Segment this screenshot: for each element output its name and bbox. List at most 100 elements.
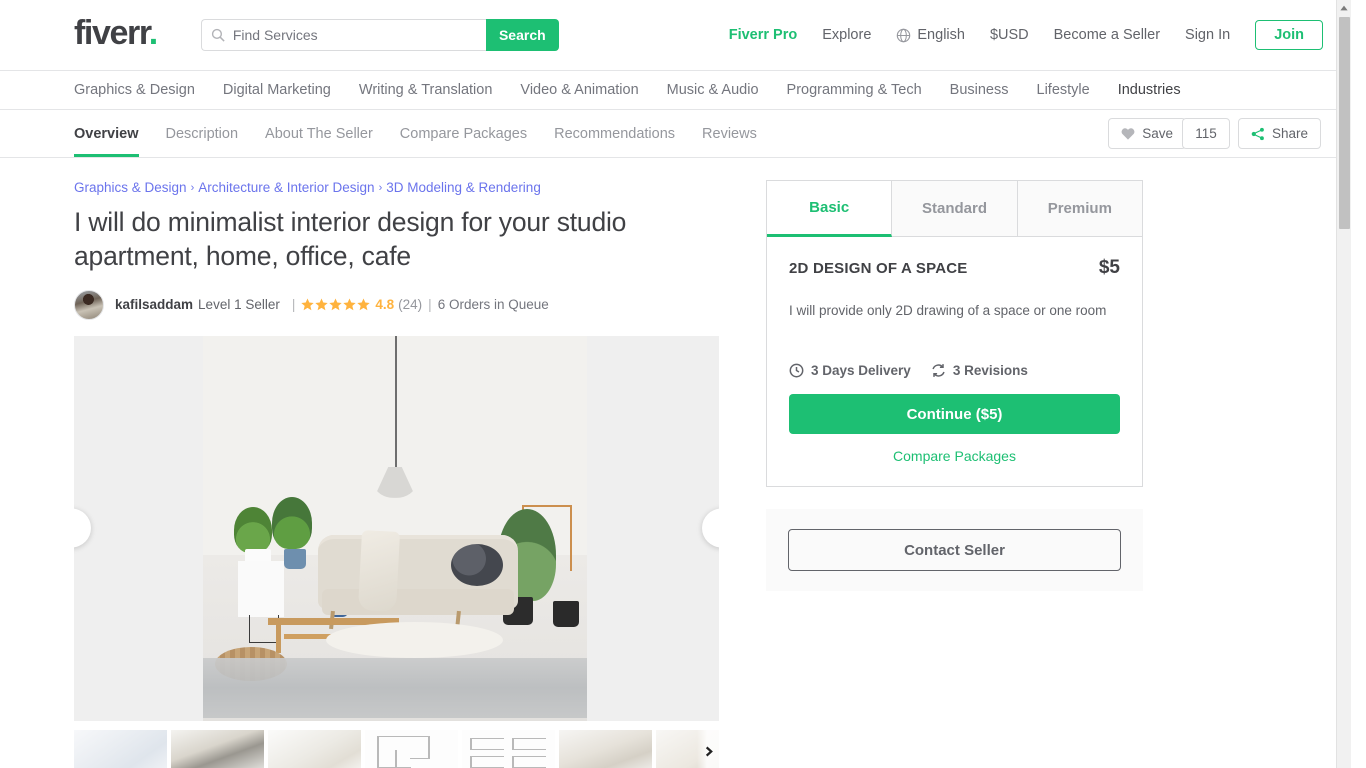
catnav-item-graphics-design[interactable]: Graphics & Design — [74, 82, 195, 98]
revisions-label: 3 Revisions — [952, 363, 1028, 379]
gallery-thumbnail-strip — [74, 729, 719, 768]
thumbnail-6[interactable] — [559, 729, 652, 768]
heart-icon — [1121, 128, 1135, 140]
save-button[interactable]: Save — [1108, 118, 1186, 149]
thumbnail-4-floorplan[interactable] — [365, 729, 458, 768]
star-rating — [301, 298, 371, 311]
tab-reviews[interactable]: Reviews — [702, 110, 757, 157]
tab-about-the-seller[interactable]: About The Seller — [265, 110, 373, 157]
fiverr-logo[interactable]: fiverr. — [74, 14, 158, 52]
tab-compare-packages[interactable]: Compare Packages — [400, 110, 527, 157]
thumbnail-2[interactable] — [171, 729, 264, 768]
gig-left-column: Graphics & Design › Architecture & Inter… — [74, 180, 719, 768]
chevron-right-icon — [718, 524, 719, 532]
gallery-main-image[interactable] — [203, 335, 587, 721]
package-tab-standard[interactable]: Standard — [892, 181, 1018, 237]
star-icon — [315, 298, 329, 311]
logo-text: fiverr — [74, 14, 150, 52]
gallery-next-button[interactable] — [702, 508, 719, 548]
nav-language-label: English — [917, 27, 965, 43]
chevron-left-icon — [74, 524, 75, 532]
seller-level: Level 1 Seller — [198, 297, 280, 313]
search-icon — [211, 28, 225, 42]
search-field[interactable] — [200, 19, 486, 51]
catnav-item-music-audio[interactable]: Music & Audio — [667, 82, 759, 98]
breadcrumb: Graphics & Design › Architecture & Inter… — [74, 180, 719, 195]
package-name: 2D DESIGN OF A SPACE — [789, 260, 968, 277]
page-scrollbar[interactable] — [1336, 0, 1351, 768]
seller-name[interactable]: kafilsaddam — [115, 297, 193, 312]
package-tabs: Basic Standard Premium — [767, 181, 1142, 237]
rating-value: 4.8 — [375, 297, 395, 313]
gig-right-column: Basic Standard Premium 2D DESIGN OF A SP… — [766, 180, 1143, 768]
chevron-right-icon — [705, 746, 713, 757]
star-icon — [301, 298, 315, 311]
tab-description[interactable]: Description — [166, 110, 239, 157]
star-icon — [343, 298, 357, 311]
breadcrumb-item-2[interactable]: Architecture & Interior Design — [198, 180, 374, 195]
rating-count: (24) — [398, 297, 423, 313]
search-input[interactable] — [232, 27, 477, 43]
package-description: I will provide only 2D drawing of a spac… — [789, 303, 1107, 318]
contact-seller-button[interactable]: Contact Seller — [788, 529, 1121, 572]
package-panel: Basic Standard Premium 2D DESIGN OF A SP… — [766, 180, 1143, 488]
package-tab-premium[interactable]: Premium — [1017, 181, 1142, 237]
thumbnail-3[interactable] — [268, 729, 361, 768]
sofa-seat — [322, 588, 515, 615]
delivery-time: 3 Days Delivery — [789, 363, 911, 378]
nav-fiverr-pro[interactable]: Fiverr Pro — [729, 27, 798, 43]
orders-in-queue: 6 Orders in Queue — [437, 297, 549, 313]
save-label: Save — [1142, 126, 1173, 141]
catnav-item-digital-marketing[interactable]: Digital Marketing — [223, 82, 331, 98]
refresh-icon — [932, 364, 945, 378]
gig-gallery — [74, 335, 719, 721]
breadcrumb-separator-1: › — [190, 181, 195, 194]
revisions: 3 Revisions — [931, 363, 1028, 378]
catnav-item-programming-tech[interactable]: Programming & Tech — [787, 82, 922, 98]
page-root: fiverr. Search Fiverr Pro Explore — [0, 0, 1351, 768]
thumbnails-next-button[interactable] — [697, 729, 719, 768]
tab-recommendations[interactable]: Recommendations — [554, 110, 675, 157]
save-count[interactable]: 115 — [1181, 118, 1230, 149]
breadcrumb-item-3[interactable]: 3D Modeling & Rendering — [386, 180, 541, 195]
continue-button[interactable]: Continue ($5) — [789, 394, 1120, 435]
nav-become-a-seller[interactable]: Become a Seller — [1054, 27, 1160, 43]
category-nav: Graphics & Design Digital Marketing Writ… — [0, 71, 1351, 110]
search-button[interactable]: Search — [485, 19, 559, 51]
scrollbar-thumb[interactable] — [1339, 17, 1350, 229]
catnav-item-industries[interactable]: Industries — [1118, 82, 1181, 98]
compare-packages-link[interactable]: Compare Packages — [789, 448, 1120, 464]
delivery-label: 3 Days Delivery — [811, 363, 911, 379]
seller-separator-1: | — [291, 297, 296, 313]
globe-icon — [897, 28, 911, 42]
share-icon — [1251, 127, 1264, 140]
star-icon — [329, 298, 343, 311]
star-icon — [357, 298, 371, 311]
gig-actions: Save 115 Share — [1108, 118, 1321, 149]
share-button[interactable]: Share — [1237, 118, 1321, 149]
triangle-up-icon — [1340, 5, 1348, 11]
catnav-item-video-animation[interactable]: Video & Animation — [520, 82, 638, 98]
tab-overview[interactable]: Overview — [74, 110, 139, 157]
gig-tabs: Overview Description About The Seller Co… — [74, 110, 757, 157]
join-button[interactable]: Join — [1255, 20, 1323, 50]
nav-explore[interactable]: Explore — [822, 27, 871, 43]
scrollbar-up-arrow[interactable] — [1337, 0, 1351, 16]
nav-sign-in[interactable]: Sign In — [1185, 27, 1230, 43]
gallery-prev-button[interactable] — [74, 508, 91, 548]
throw-blanket — [358, 529, 401, 612]
catnav-item-lifestyle[interactable]: Lifestyle — [1037, 82, 1090, 98]
package-tab-basic[interactable]: Basic — [767, 181, 893, 237]
thumbnail-1[interactable] — [74, 729, 167, 768]
thumbnail-5-floorplan[interactable] — [462, 729, 555, 768]
avatar[interactable] — [74, 289, 104, 320]
package-body: 2D DESIGN OF A SPACE $5 I will provide o… — [767, 237, 1142, 486]
knot-pillow — [450, 543, 503, 586]
catnav-item-business[interactable]: Business — [950, 82, 1009, 98]
nav-language[interactable]: English — [896, 27, 965, 43]
nav-currency[interactable]: $USD — [990, 27, 1029, 43]
seller-separator-2: | — [428, 297, 432, 313]
package-meta: 3 Days Delivery 3 Revisions — [789, 363, 1120, 378]
catnav-item-writing-translation[interactable]: Writing & Translation — [359, 82, 493, 98]
breadcrumb-item-1[interactable]: Graphics & Design — [74, 180, 187, 195]
